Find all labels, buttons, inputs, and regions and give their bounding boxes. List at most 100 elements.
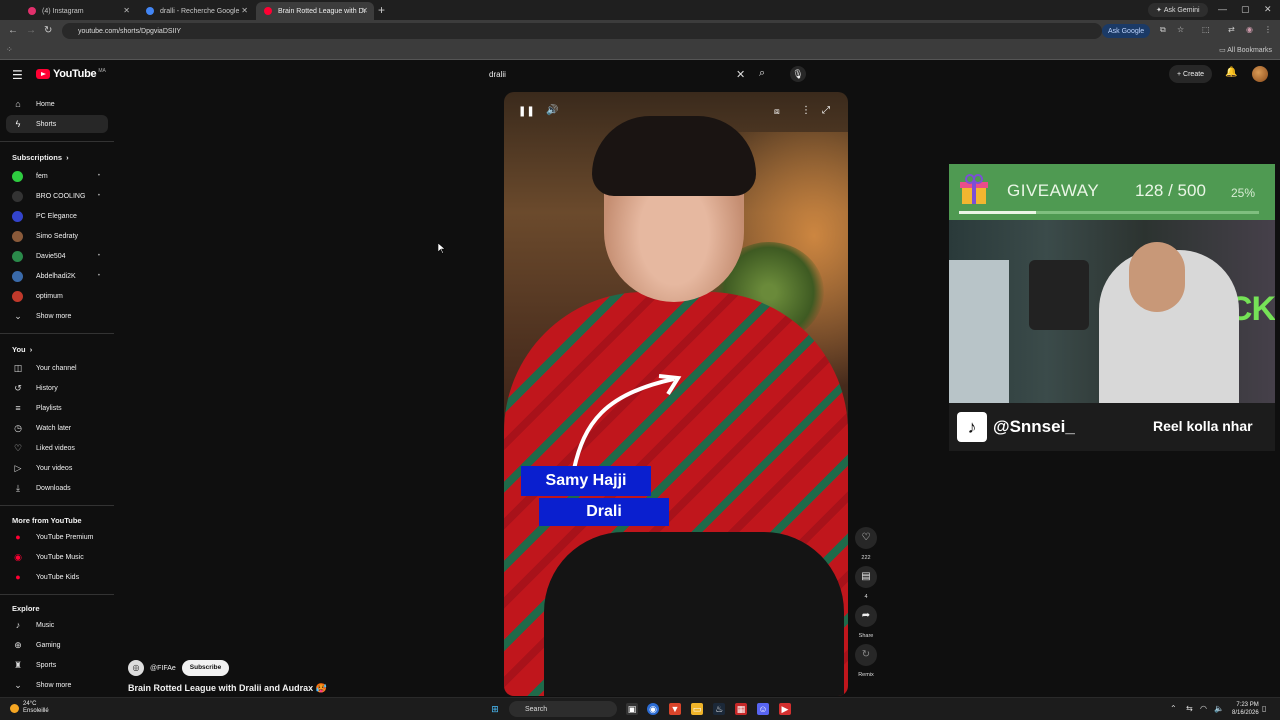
sidebar-item-youtube-premium[interactable]: ● YouTube Premium <box>6 528 108 546</box>
sidebar-item-watch-later[interactable]: ◷ Watch later <box>6 419 108 437</box>
brave-icon[interactable]: ▼ <box>669 703 681 715</box>
ask-gemini-button[interactable]: ✦ Ask Gemini <box>1148 3 1208 17</box>
sidebar-item-history[interactable]: ↺ History <box>6 379 108 397</box>
subscribe-button[interactable]: Subscribe <box>181 660 230 676</box>
clock-time: 7:23 PM <box>1236 702 1259 708</box>
fullscreen-icon[interactable]: ⤢ <box>822 105 830 116</box>
sidebar-item-playlists[interactable]: ≡ Playlists <box>6 399 108 417</box>
maximize-icon[interactable]: ▢ <box>1241 4 1250 15</box>
recording-app-icon[interactable]: ▶ <box>779 703 791 715</box>
discord-icon[interactable]: ☺ <box>757 703 769 715</box>
channel-avatar[interactable]: ◎ <box>128 660 144 676</box>
tray-overflow-icon[interactable]: ⌃ <box>1170 704 1177 713</box>
star-icon[interactable]: ☆ <box>1177 25 1184 34</box>
file-explorer-icon[interactable]: ▭ <box>691 703 703 715</box>
close-tab-icon[interactable]: ✕ <box>241 6 248 15</box>
sidebar-item-subscription[interactable]: Simo Sedraty <box>6 227 108 245</box>
hamburger-menu-icon[interactable]: ☰ <box>12 68 23 82</box>
sidebar-item-shorts[interactable]: ϟ Shorts <box>6 115 108 133</box>
microphone-icon[interactable]: 🎙 <box>790 66 806 82</box>
taskbar-search[interactable]: Search <box>509 701 617 717</box>
tab-google[interactable]: dralli - Recherche Google ✕ <box>138 2 254 20</box>
sidebar-item-subscription[interactable]: Davie504 • <box>6 247 108 265</box>
forward-icon[interactable]: → <box>26 25 36 36</box>
streamer-face <box>1129 242 1185 312</box>
remix-button[interactable]: ↻ Remix <box>855 644 877 678</box>
volume-icon[interactable]: 🔊 <box>546 105 558 116</box>
pause-icon[interactable]: ❚❚ <box>518 106 535 117</box>
share-button[interactable]: ➦ Share <box>855 605 877 639</box>
sidebar-item-downloads[interactable]: ⤓ Downloads <box>6 479 108 497</box>
wifi-icon[interactable]: ◠ <box>1200 704 1207 713</box>
like-button[interactable]: ♡ 222 <box>855 527 877 561</box>
search-input[interactable]: dralii <box>480 64 780 85</box>
clear-search-icon[interactable]: ✕ <box>736 68 745 81</box>
speaker-icon[interactable]: 🔈 <box>1214 704 1224 713</box>
sidebar-item-subscription[interactable]: PC Elegance <box>6 207 108 225</box>
more-options-icon[interactable]: ⋮ <box>801 105 811 116</box>
stream-overlay: GIVEAWAY 128 / 500 25% KICK ♪ @Snnsei_ R… <box>949 164 1275 451</box>
all-bookmarks[interactable]: ▭ All Bookmarks <box>1219 46 1272 54</box>
sidebar-item-subscription[interactable]: optimum <box>6 287 108 305</box>
show-more-subscriptions[interactable]: ⌄ Show more <box>6 307 108 325</box>
browser-menu-icon[interactable]: ⋮ <box>1264 25 1272 34</box>
search-icon[interactable]: ⌕ <box>759 67 765 80</box>
captions-icon[interactable]: ⧈ <box>774 106 780 117</box>
new-tab-icon[interactable]: + <box>378 3 385 17</box>
channel-handle[interactable]: @FIFAe <box>150 665 176 672</box>
subscriptions-heading[interactable]: Subscriptions › <box>12 153 69 162</box>
windows-start-icon[interactable]: ⊞ <box>489 703 501 715</box>
account-avatar[interactable] <box>1252 66 1268 82</box>
media-app-icon[interactable]: ▦ <box>735 703 747 715</box>
short-title[interactable]: Brain Rotted League with Dralii and Audr… <box>128 683 327 694</box>
sidebar-item-youtube-kids[interactable]: ● YouTube Kids <box>6 568 108 586</box>
notifications-icon[interactable]: 🔔 <box>1225 67 1237 78</box>
chrome-icon[interactable]: ◉ <box>647 703 659 715</box>
weather-widget[interactable]: 24°C Ensoleillé <box>10 701 49 715</box>
sidebar-item-label: BRO COOLING <box>36 192 86 200</box>
profile-icon[interactable]: ◉ <box>1246 25 1253 34</box>
comment-icon: ▤ <box>855 566 877 588</box>
sidebar-item-gaming[interactable]: ⊕ Gaming <box>6 636 108 654</box>
close-tab-icon[interactable]: ✕ <box>361 6 368 15</box>
tab-youtube[interactable]: Brain Rotted League with Dr ✕ <box>256 2 374 20</box>
sidebar-item-youtube-music[interactable]: ◉ YouTube Music <box>6 548 108 566</box>
sidebar-item-subscription[interactable]: BRO COOLING • <box>6 187 108 205</box>
tab-instagram[interactable]: (4) Instagram ✕ <box>20 2 136 20</box>
you-heading[interactable]: You › <box>12 345 32 354</box>
steam-icon[interactable]: ♨ <box>713 703 725 715</box>
webcam-feed: KICK <box>949 220 1275 403</box>
task-view-icon[interactable]: ▣ <box>626 703 638 715</box>
close-tab-icon[interactable]: ✕ <box>123 6 130 15</box>
ask-google-button[interactable]: Ask Google <box>1102 24 1151 38</box>
reload-icon[interactable]: ↻ <box>44 25 52 36</box>
sidebar-item-subscription[interactable]: fem • <box>6 167 108 185</box>
comments-button[interactable]: ▤ 4 <box>855 566 877 600</box>
sidebar-item-home[interactable]: ⌂ Home <box>6 95 108 113</box>
sidebar-item-liked-videos[interactable]: ♡ Liked videos <box>6 439 108 457</box>
show-more-explore[interactable]: ⌄ Show more <box>6 676 108 694</box>
cast-icon[interactable]: ⧉ <box>1160 25 1166 35</box>
youtube-logo[interactable]: YouTube MA <box>36 68 106 80</box>
extensions-icon[interactable]: ⬚ <box>1202 25 1210 34</box>
shorts-icon: ϟ <box>15 119 21 129</box>
notification-center-icon[interactable]: ▯ <box>1262 704 1266 713</box>
profile-switch-icon[interactable]: ⇄ <box>1228 25 1235 34</box>
url-field[interactable]: youtube.com/shorts/DpgviaDSIIY <box>62 23 1102 39</box>
youtube-premium-icon: ● <box>15 532 21 542</box>
shorts-video-player[interactable]: Samy Hajji Drali ❚❚ 🔊 ⧈ ⋮ ⤢ <box>504 92 848 696</box>
sidebar-item-your-channel[interactable]: ◫ Your channel <box>6 359 108 377</box>
sidebar-item-your-videos[interactable]: ▷ Your videos <box>6 459 108 477</box>
apps-icon[interactable]: ⁘ <box>6 45 13 54</box>
close-window-icon[interactable]: ✕ <box>1264 4 1272 15</box>
sidebar-item-music[interactable]: ♪ Music <box>6 616 108 634</box>
divider <box>0 333 114 334</box>
sidebar-item-subscription[interactable]: Abdelhadi2K • <box>6 267 108 285</box>
sidebar-item-sports[interactable]: ♜ Sports <box>6 656 108 674</box>
create-button[interactable]: + Create <box>1169 65 1213 83</box>
network-icon[interactable]: ⇆ <box>1186 704 1193 713</box>
clock[interactable]: 7:23 PM 8/16/2026 <box>1232 701 1259 717</box>
minimize-icon[interactable]: — <box>1218 4 1227 14</box>
back-icon[interactable]: ← <box>8 25 18 36</box>
giveaway-count: 128 / 500 <box>1135 181 1206 200</box>
